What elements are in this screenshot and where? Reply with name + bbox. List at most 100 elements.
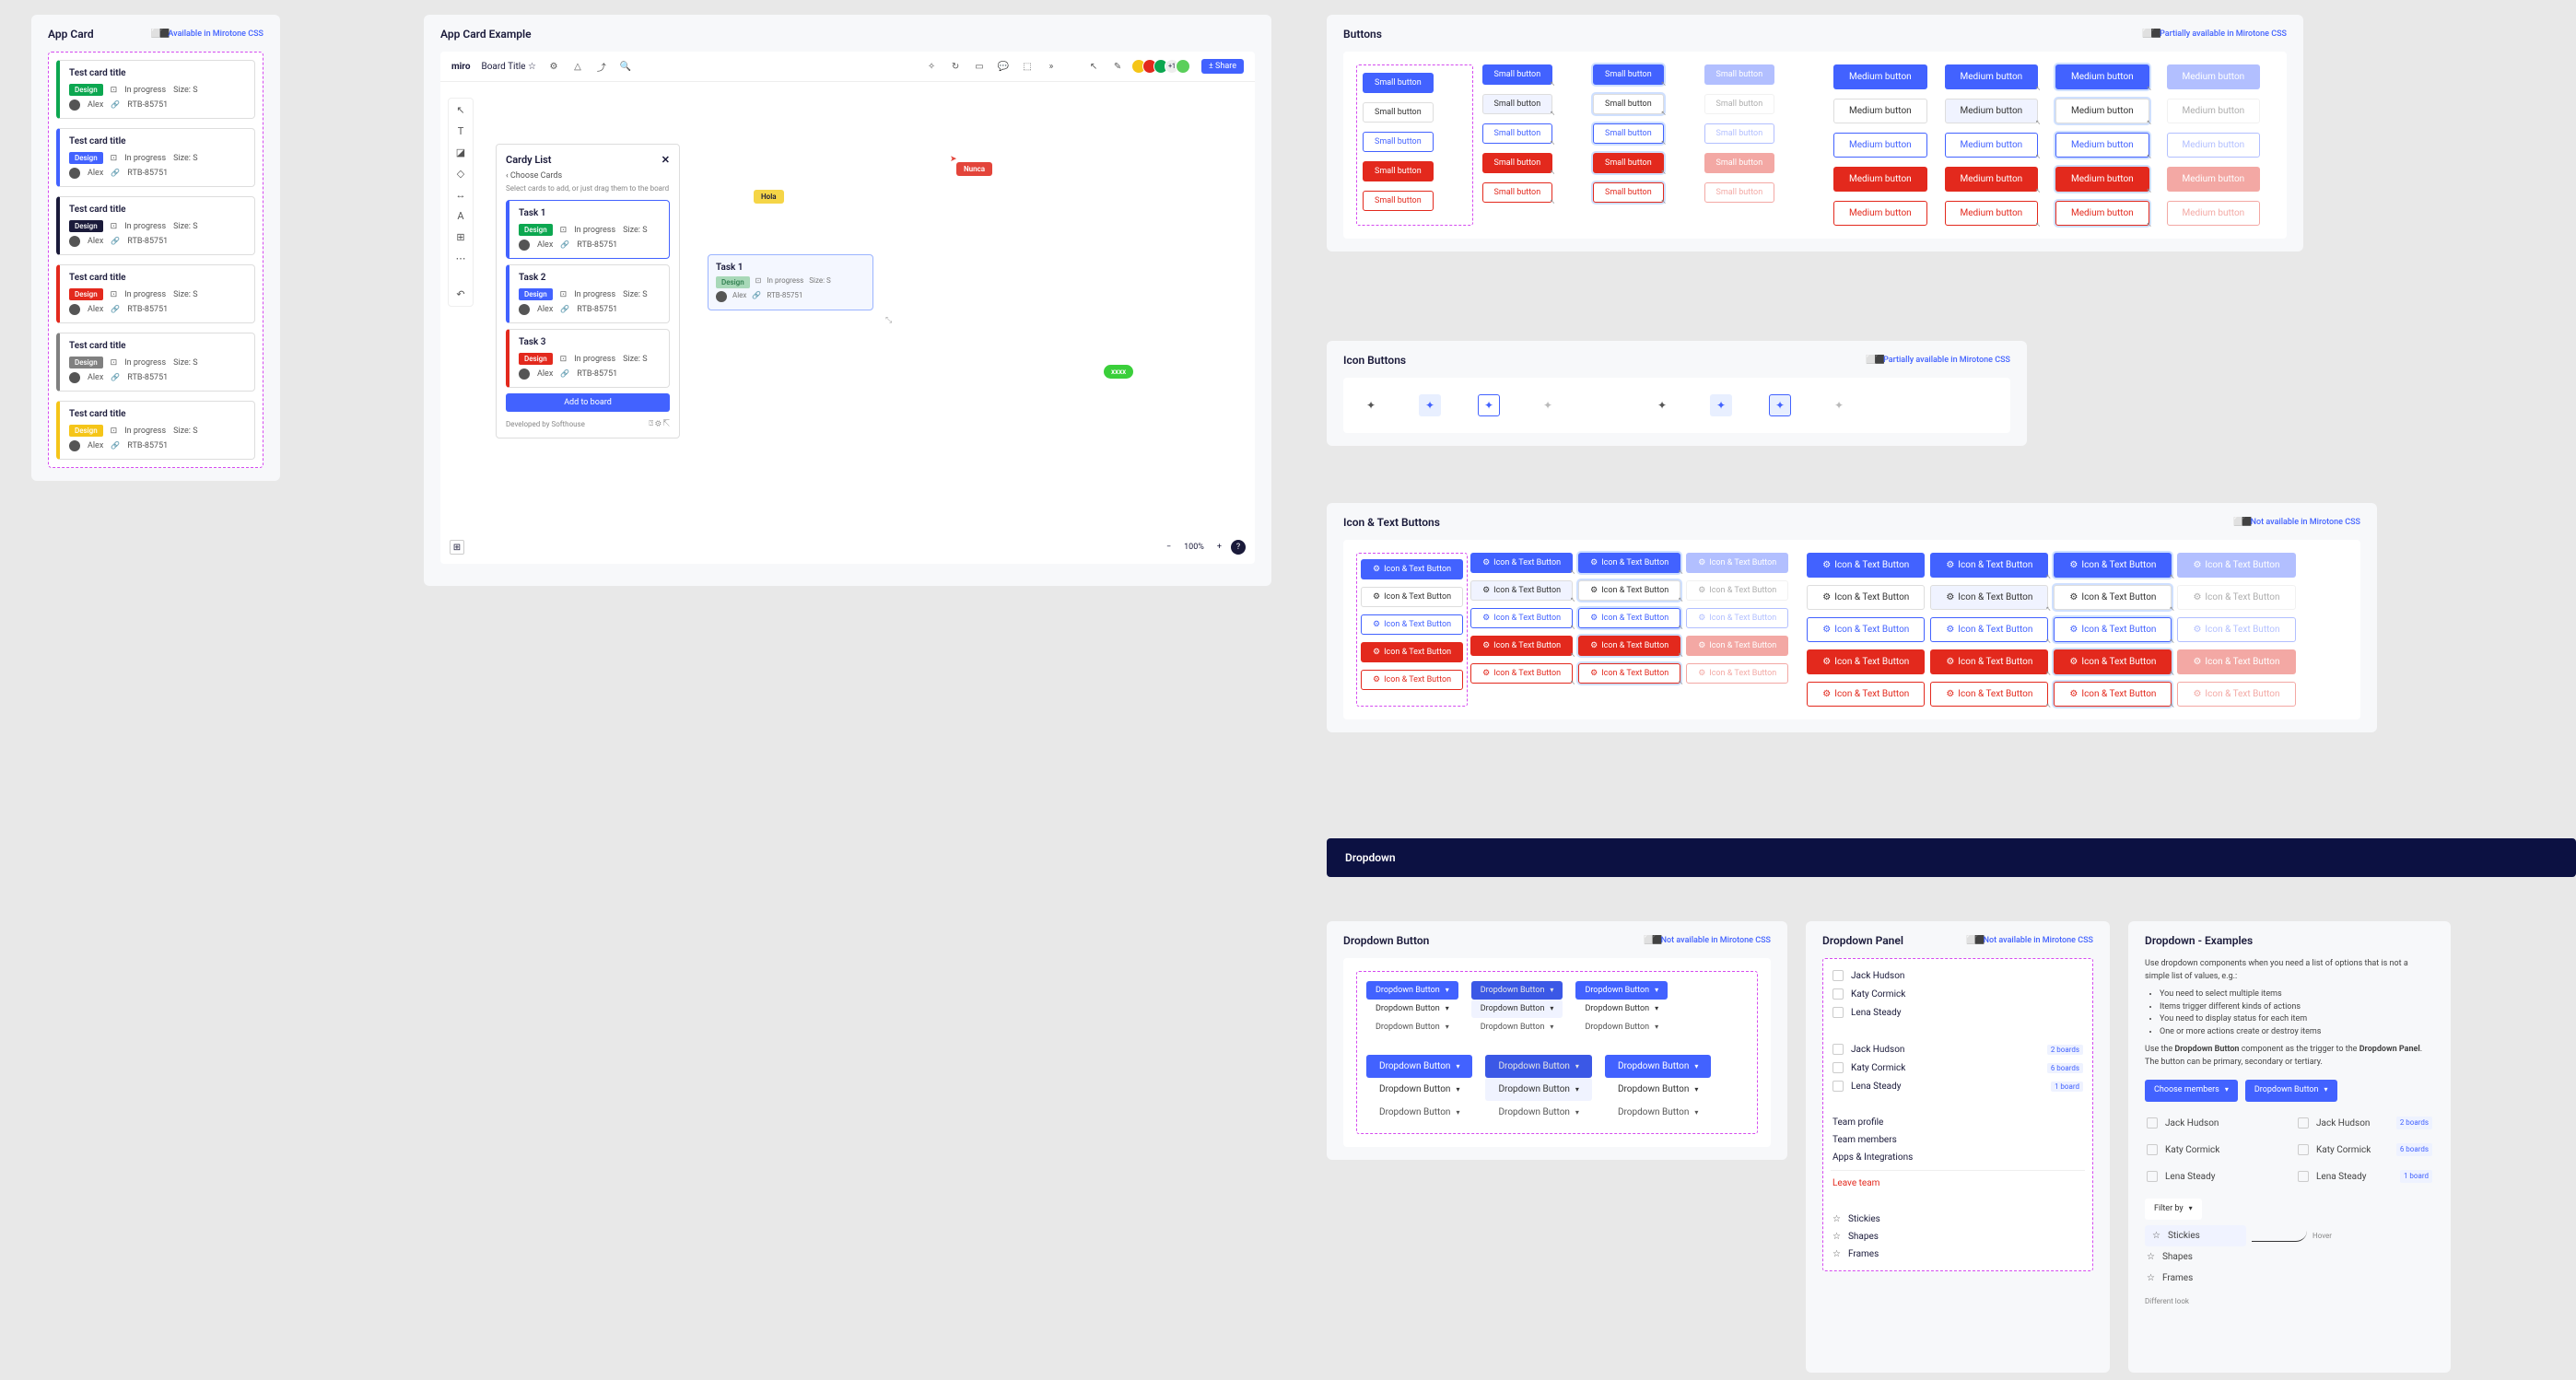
shape-option[interactable]: ☆Frames — [2145, 1268, 2434, 1289]
dropdown-button[interactable]: Dropdown Button — [2245, 1080, 2337, 1102]
icon-text-button[interactable]: Icon & Text Button↖ — [1578, 553, 1680, 573]
option-row[interactable]: Jack Hudson — [2145, 1113, 2283, 1134]
button[interactable]: Medium button↖ — [1945, 201, 2039, 226]
app-card[interactable]: Test card title Design⊡In progressSize: … — [56, 264, 255, 323]
button[interactable]: Small button — [1363, 102, 1434, 123]
upload-icon[interactable]: ⤴ — [595, 60, 608, 73]
icon-text-button[interactable]: Icon & Text Button↖ — [1470, 580, 1573, 601]
button[interactable]: Small button↖ — [1482, 153, 1553, 173]
menu-item[interactable]: Apps & Integrations — [1831, 1149, 2085, 1166]
option-row[interactable]: Katy Cormick6 boards — [1831, 1058, 2085, 1077]
dropdown-button[interactable]: Dropdown Button — [1471, 1000, 1563, 1018]
board-title[interactable]: Board Title ☆ — [481, 62, 535, 72]
text-tool-icon[interactable]: T — [458, 125, 464, 137]
comment-icon[interactable]: 💬 — [997, 60, 1010, 73]
icon-text-button[interactable]: Icon & Text Button↖ — [2054, 553, 2172, 578]
icon-text-button[interactable]: Icon & Text Button↖ — [1578, 580, 1680, 601]
app-card[interactable]: Test card title Design⊡In progressSize: … — [56, 401, 255, 460]
button[interactable]: Medium button↖ — [2055, 201, 2149, 226]
choose-members-dropdown[interactable]: Choose members — [2145, 1080, 2238, 1102]
pen-tool-icon[interactable]: A — [457, 210, 463, 222]
option-row[interactable]: Lena Steady — [2145, 1166, 2283, 1187]
icon-text-button[interactable]: Icon & Text Button↖ — [2054, 649, 2172, 674]
button[interactable]: Medium button — [1833, 99, 1927, 123]
app-card[interactable]: Task 2 Design⊡In progressSize: S AlexRTB… — [506, 264, 670, 323]
option-row[interactable]: Lena Steady — [1831, 1003, 2085, 1022]
dropdown-button[interactable]: Dropdown Button — [1485, 1101, 1591, 1124]
help-button[interactable]: ? — [1231, 540, 1246, 555]
dropdown-button[interactable]: Dropdown Button — [1366, 1101, 1472, 1124]
icon-text-button[interactable]: Icon & Text Button — [1807, 617, 1925, 642]
icon-text-button[interactable]: Icon & Text Button↖ — [1470, 553, 1573, 573]
app-card[interactable]: Test card title Design⊡In progressSize: … — [56, 333, 255, 392]
icon-text-button[interactable]: Icon & Text Button↖ — [1578, 636, 1680, 656]
shape-tool-icon[interactable]: ◇ — [457, 168, 464, 180]
back-link[interactable]: ‹ Choose Cards — [506, 171, 670, 181]
icon-text-button[interactable]: Icon & Text Button↖ — [2054, 585, 2172, 610]
frame-tool-icon[interactable]: ⊞ — [456, 231, 464, 243]
app-card[interactable]: Task 3 Design⊡In progressSize: S AlexRTB… — [506, 329, 670, 388]
icon-text-button[interactable]: Icon & Text Button↖ — [1470, 636, 1573, 656]
cursor-tool-icon[interactable]: ✧ — [925, 60, 938, 73]
dropdown-button[interactable]: Dropdown Button — [1366, 1018, 1458, 1036]
user-avatars[interactable]: +1 — [1135, 59, 1190, 74]
gear-icon[interactable]: ⚙ — [655, 419, 661, 427]
icon-text-button[interactable]: Icon & Text Button — [1807, 553, 1925, 578]
button[interactable]: Small button — [1363, 73, 1434, 93]
icon-text-button[interactable]: Icon & Text Button↖ — [1578, 608, 1680, 628]
icon-button[interactable]: ✦ — [1360, 394, 1382, 416]
button[interactable]: Medium button↖ — [1945, 64, 2039, 89]
dropdown-button[interactable]: Dropdown Button — [1366, 1078, 1472, 1101]
icon-button[interactable]: ✦ — [1710, 394, 1732, 416]
menu-item[interactable]: Team profile — [1831, 1114, 2085, 1131]
icon-text-button[interactable]: Icon & Text Button↖ — [1470, 608, 1573, 628]
dropdown-button[interactable]: Dropdown Button — [1366, 1055, 1472, 1078]
menu-item[interactable]: Team members — [1831, 1131, 2085, 1149]
button[interactable]: Small button↖ — [1482, 64, 1553, 85]
icon-text-button[interactable]: Icon & Text Button — [1361, 670, 1463, 690]
icon-text-button[interactable]: Icon & Text Button↖ — [1930, 649, 2048, 674]
icon-text-button[interactable]: Icon & Text Button — [1361, 614, 1463, 635]
icon-text-button[interactable]: Icon & Text Button — [1807, 682, 1925, 707]
button[interactable]: Medium button↖ — [2055, 133, 2149, 158]
shape-option[interactable]: ☆Frames — [1831, 1246, 2085, 1263]
shape-option[interactable]: ☆Stickies — [1831, 1210, 2085, 1228]
app-card[interactable]: Test card title Design⊡In progressSize: … — [56, 60, 255, 119]
icon-text-button[interactable]: Icon & Text Button↖ — [1578, 663, 1680, 684]
button[interactable]: Small button — [1363, 161, 1434, 181]
reaction-icon[interactable]: ✎ — [1111, 60, 1124, 73]
button[interactable]: Small button↖ — [1593, 182, 1664, 203]
export-icon[interactable]: ⬚ — [1021, 60, 1034, 73]
option-row[interactable]: Katy Cormick6 boards — [2296, 1140, 2434, 1161]
shape-option[interactable]: ☆Shapes — [1831, 1228, 2085, 1246]
help-icon[interactable]: ⍰ — [649, 419, 653, 427]
button[interactable]: Small button — [1363, 132, 1434, 152]
dropdown-button[interactable]: Dropdown Button — [1485, 1078, 1591, 1101]
button[interactable]: Medium button — [1833, 133, 1927, 158]
icon-text-button[interactable]: Icon & Text Button↖ — [1930, 682, 2048, 707]
button[interactable]: Medium button↖ — [2055, 99, 2149, 123]
icon-button[interactable]: ✦ — [1478, 394, 1500, 416]
settings-icon[interactable]: ⚙ — [547, 60, 560, 73]
icon-text-button[interactable]: Icon & Text Button↖ — [1930, 553, 2048, 578]
button[interactable]: Medium button — [1833, 201, 1927, 226]
icon-text-button[interactable]: Icon & Text Button↖ — [2054, 682, 2172, 707]
zoom-in-button[interactable]: + — [1213, 541, 1225, 554]
button[interactable]: Small button — [1363, 191, 1434, 211]
resize-handle-icon[interactable]: ⤡ — [885, 316, 892, 325]
dropdown-button[interactable]: Dropdown Button — [1471, 1018, 1563, 1036]
icon-text-button[interactable]: Icon & Text Button — [1807, 585, 1925, 610]
leave-team-item[interactable]: Leave team — [1831, 1175, 2085, 1192]
button[interactable]: Small button↖ — [1593, 94, 1664, 114]
icon-button[interactable]: ✦ — [1651, 394, 1673, 416]
dropdown-button[interactable]: Dropdown Button — [1366, 1000, 1458, 1018]
button[interactable]: Medium button↖ — [2055, 167, 2149, 192]
expand-icon[interactable]: ⇱ — [663, 419, 670, 427]
line-tool-icon[interactable]: ↔ — [456, 189, 466, 201]
option-row[interactable]: Jack Hudson2 boards — [1831, 1040, 2085, 1058]
redo-icon[interactable]: ↻ — [949, 60, 962, 73]
filter-dropdown[interactable]: Filter by — [2145, 1199, 2202, 1221]
icon-text-button[interactable]: Icon & Text Button↖ — [1930, 617, 2048, 642]
hover-option[interactable]: ☆ Stickies — [2145, 1225, 2246, 1246]
option-row[interactable]: Jack Hudson2 boards — [2296, 1113, 2434, 1134]
